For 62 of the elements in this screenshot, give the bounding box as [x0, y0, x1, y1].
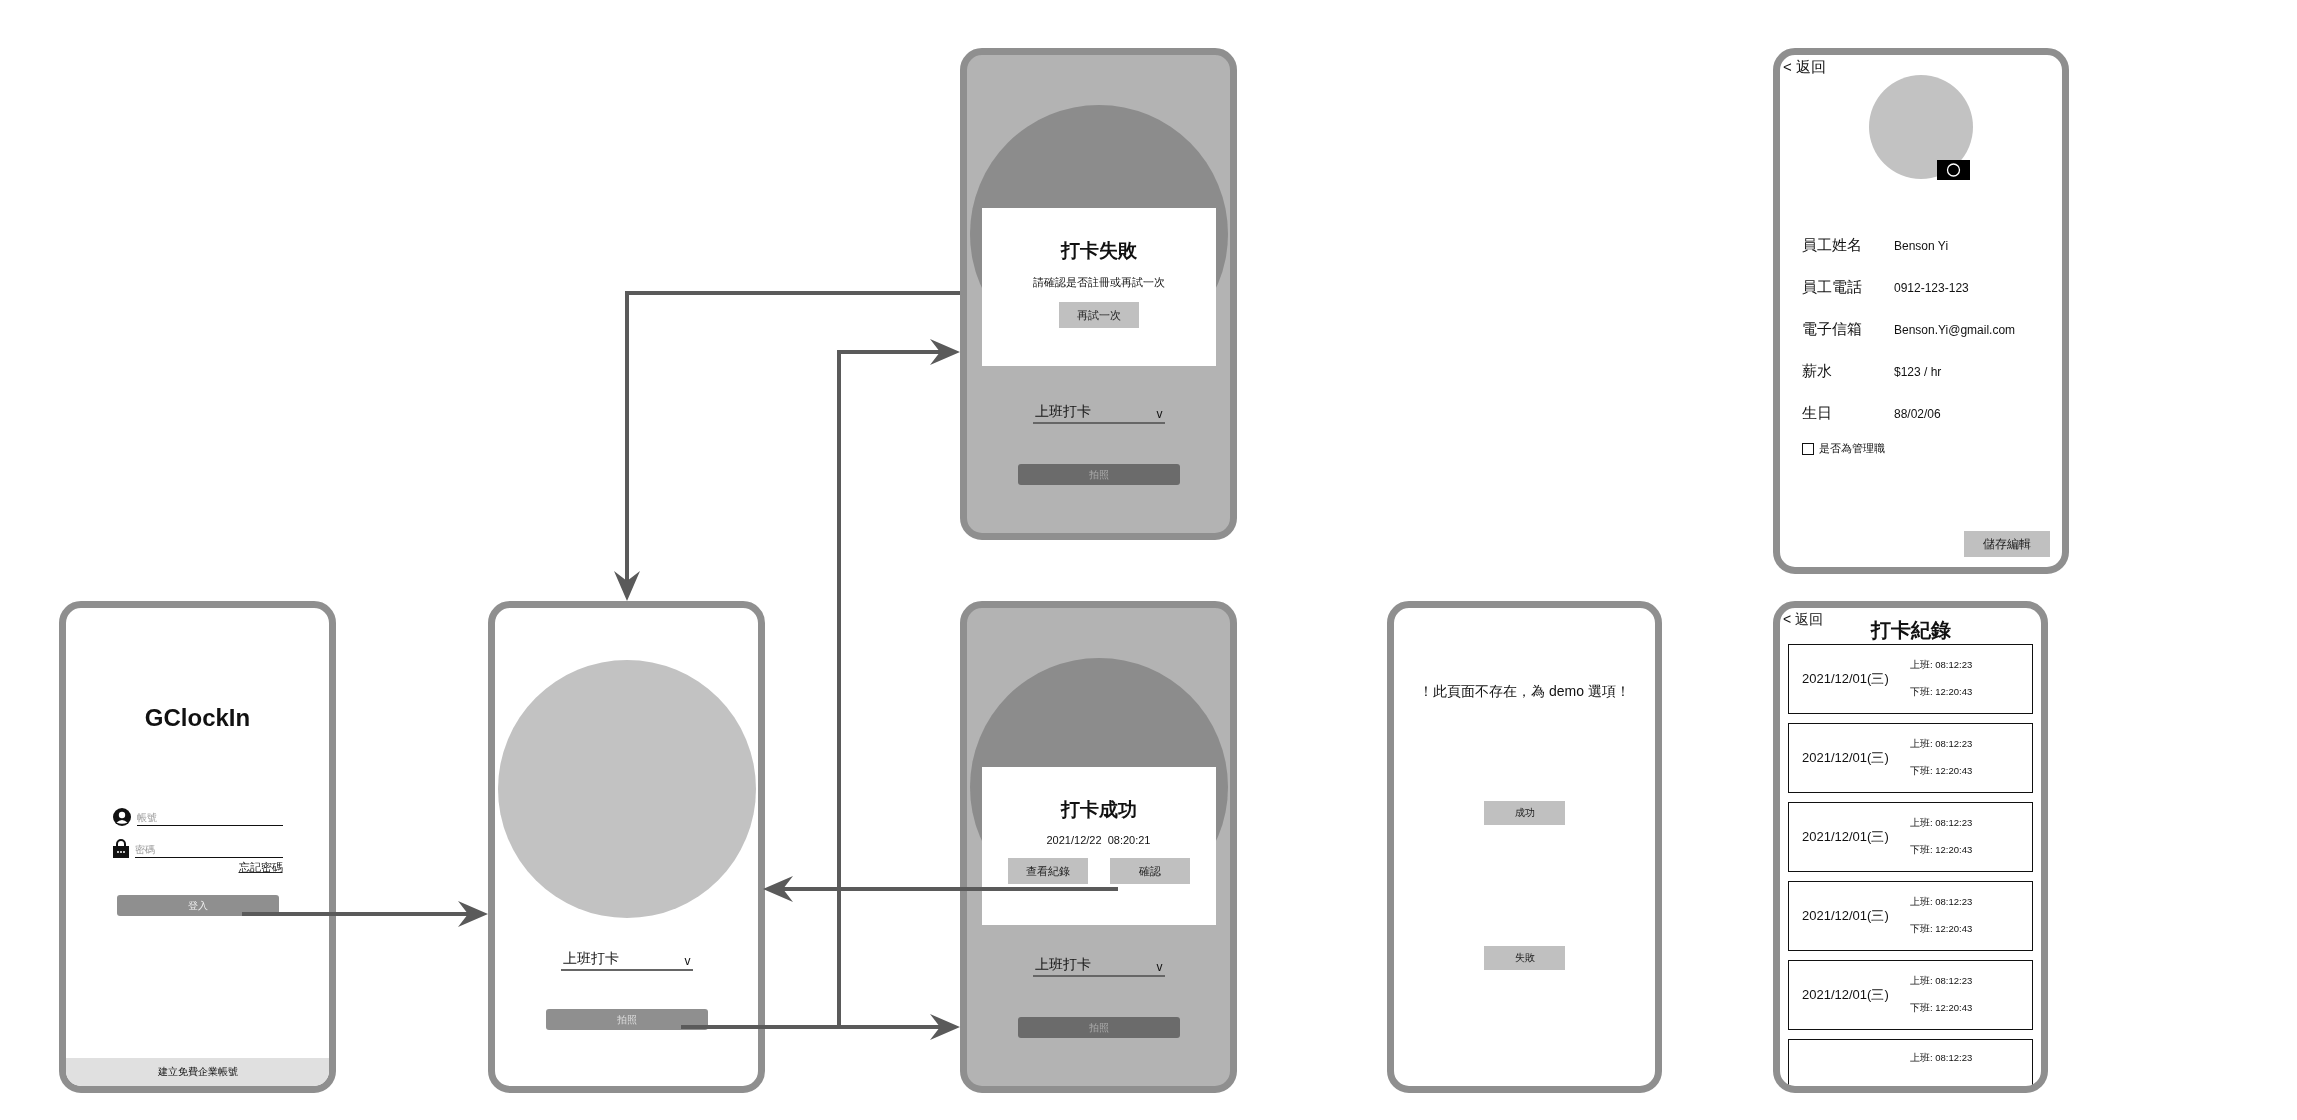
checkbox-label: 是否為管理職 — [1819, 441, 1885, 456]
record-date: 2021/12/01(三) — [1802, 749, 1890, 767]
clock-in-time: 上班: 08:12:23 — [1910, 896, 1973, 909]
clock-in-time: 上班: 08:12:23 — [1910, 738, 1973, 751]
caret-icon: v — [684, 954, 691, 968]
account-field[interactable]: 帳號 — [136, 810, 283, 826]
field-value: Benson.Yi@gmail.com — [1894, 322, 2016, 337]
dialog-button[interactable]: 確認 — [1109, 858, 1190, 884]
record-date: 2021/12/01(三) — [1802, 828, 1890, 846]
dropdown[interactable]: 上班打卡 v — [1032, 956, 1165, 977]
field-label: 薪水 — [1802, 362, 1833, 381]
clock-out-time: 下班: 12:20:43 — [1910, 923, 1973, 936]
field-value: $123 / hr — [1894, 364, 1942, 379]
user-icon — [112, 808, 131, 826]
password-field[interactable]: 密碼 — [134, 842, 283, 858]
demo-button[interactable]: 失敗 — [1484, 946, 1565, 970]
forgot-password-link[interactable]: 忘記密碼 — [238, 860, 283, 875]
caret-icon: v — [1156, 960, 1163, 974]
record-date: 2021/12/01(三) — [1802, 907, 1890, 925]
record-date: 2021/12/01(三) — [1802, 670, 1890, 688]
clock-out-time: 下班: 12:20:43 — [1910, 765, 1973, 778]
demo-button[interactable]: 成功 — [1484, 801, 1565, 825]
back-link[interactable]: < 返回 — [1783, 611, 1824, 629]
dialog-button[interactable]: 查看紀錄 — [1007, 858, 1088, 884]
lock-icon — [112, 838, 129, 858]
record-card[interactable]: 2021/12/01(三) 上班: 08:12:23 下班: 12:20:43 — [1788, 881, 2033, 951]
clock-out-time: 下班: 12:20:43 — [1910, 1002, 1973, 1015]
clock-out-time: 下班: 12:20:43 — [1910, 844, 1973, 857]
camera-icon[interactable] — [1937, 160, 1970, 180]
field-value: Benson Yi — [1894, 238, 1949, 253]
field-label: 生日 — [1802, 404, 1833, 423]
dropdown[interactable]: 上班打卡 v — [560, 950, 693, 971]
record-card[interactable]: 2021/12/01(三) 上班: 08:12:23 下班: 12:20:43 — [1788, 723, 2033, 793]
create-account-link[interactable]: 建立免費企業帳號 — [66, 1058, 329, 1086]
field-value: 88/02/06 — [1894, 406, 1941, 421]
clock-in-time: 上班: 08:12:23 — [1910, 1052, 1973, 1065]
caret-icon: v — [1156, 407, 1163, 421]
dialog-message: 請確認是否註冊或再試一次 — [1032, 275, 1165, 290]
record-card[interactable]: 2021/12/01(三) 上班: 08:12:23 下班: 12:20:43 — [1788, 802, 2033, 872]
dropdown[interactable]: 上班打卡 v — [1032, 403, 1165, 424]
back-link[interactable]: < 返回 — [1780, 55, 2062, 77]
checkbox[interactable] — [1802, 442, 1814, 455]
clock-in-time: 上班: 08:12:23 — [1910, 975, 1973, 988]
record-date: 2021/12/01(三) — [1802, 986, 1890, 1004]
field-value: 0912-123-123 — [1894, 280, 1969, 295]
dialog-title: 打卡失敗 — [1060, 239, 1137, 263]
record-card[interactable]: 2021/12/01(三) 上班: 08:12:23 下班: 12:20:43 — [1788, 960, 2033, 1030]
app-title: GClockIn — [144, 704, 251, 732]
save-button[interactable]: 儲存編輯 — [1964, 531, 2050, 557]
record-card[interactable]: 上班: 08:12:23 — [1788, 1039, 2033, 1086]
record-card[interactable]: 2021/12/01(三) 上班: 08:12:23 下班: 12:20:43 — [1788, 644, 2033, 714]
field-label: 員工姓名 — [1802, 236, 1863, 255]
screen-title: 打卡紀錄 — [1870, 618, 1951, 643]
field-label: 員工電話 — [1802, 278, 1863, 297]
clock-in-time: 上班: 08:12:23 — [1910, 659, 1973, 672]
clock-out-time: 下班: 12:20:43 — [1910, 686, 1973, 699]
field-label: 電子信箱 — [1802, 320, 1863, 339]
clock-in-time: 上班: 08:12:23 — [1910, 817, 1973, 830]
dialog-title: 打卡成功 — [1060, 798, 1137, 822]
dialog-button[interactable]: 再試一次 — [1058, 302, 1139, 328]
demo-message: ！此頁面不存在，為 demo 選項！ — [1419, 683, 1630, 701]
dialog-message: 2021/12/22 08:20:21 — [1046, 834, 1151, 846]
